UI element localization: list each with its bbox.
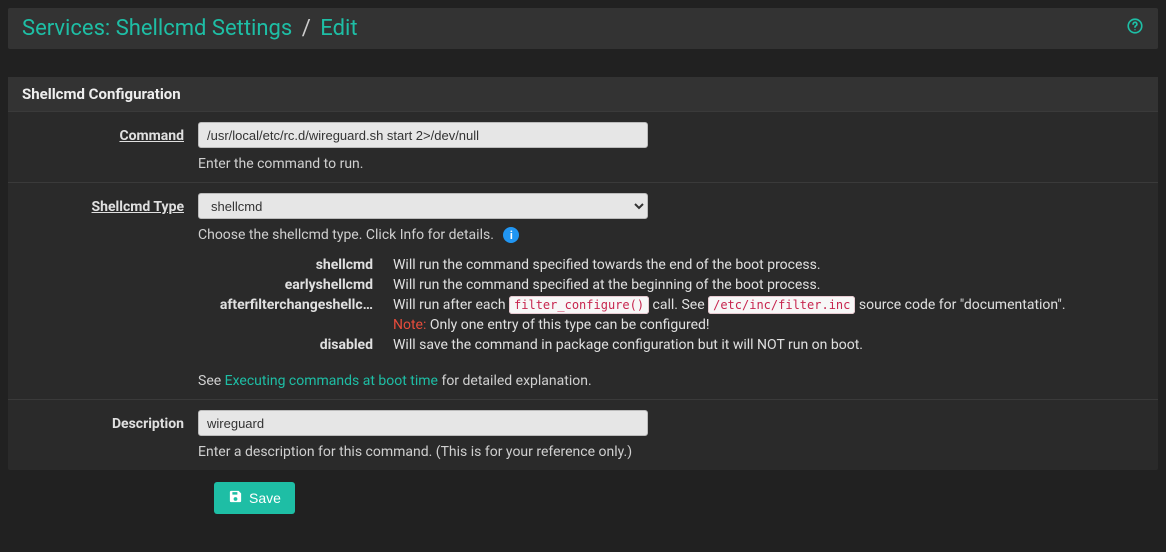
breadcrumb: Services: Shellcmd Settings / Edit	[8, 8, 1158, 49]
info-icon[interactable]: i	[503, 227, 519, 243]
type-val-disabled: Will save the command in package configu…	[393, 337, 1144, 353]
type-val-shellcmd: Will run the command specified towards t…	[393, 257, 1144, 273]
save-icon	[228, 489, 243, 507]
help-icon[interactable]	[1126, 17, 1144, 40]
description-input[interactable]	[198, 410, 648, 436]
type-select[interactable]: shellcmd	[198, 193, 648, 219]
type-key-shellcmd: shellcmd	[198, 257, 393, 273]
breadcrumb-root[interactable]: Services: Shellcmd Settings	[22, 16, 292, 41]
command-help: Enter the command to run.	[198, 156, 1144, 172]
panel-title: Shellcmd Configuration	[8, 77, 1158, 111]
save-label: Save	[249, 490, 281, 506]
type-details: shellcmd Will run the command specified …	[198, 255, 1144, 355]
code-filter-inc: /etc/inc/filter.inc	[708, 296, 855, 314]
type-note: Note: Only one entry of this type can be…	[393, 317, 1144, 333]
breadcrumb-leaf[interactable]: Edit	[320, 16, 357, 41]
command-input[interactable]	[198, 122, 648, 148]
type-val-early: Will run the command specified at the be…	[393, 277, 1144, 293]
description-help: Enter a description for this command. (T…	[198, 444, 1144, 460]
label-command: Command	[119, 128, 184, 144]
see-also: See Executing commands at boot time for …	[198, 373, 1144, 389]
docs-link[interactable]: Executing commands at boot time	[225, 373, 438, 389]
type-key-disabled: disabled	[198, 337, 393, 353]
save-button[interactable]: Save	[214, 482, 295, 514]
type-key-afterfilter: afterfilterchangeshellc…	[198, 297, 393, 313]
label-description: Description	[112, 416, 184, 432]
type-key-early: earlyshellcmd	[198, 277, 393, 293]
code-filter-fn: filter_configure()	[509, 296, 649, 314]
breadcrumb-sep: /	[302, 16, 311, 41]
type-help: Choose the shellcmd type. Click Info for…	[198, 227, 494, 243]
config-panel: Shellcmd Configuration Command Enter the…	[8, 77, 1158, 470]
label-type: Shellcmd Type	[92, 199, 184, 215]
type-val-afterfilter: Will run after each filter_configure() c…	[393, 297, 1144, 313]
